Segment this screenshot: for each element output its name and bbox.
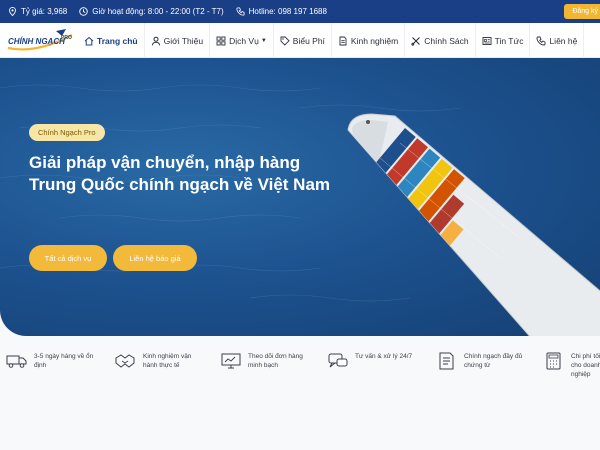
hotline-text[interactable]: Hotline: 098 197 1688 xyxy=(249,7,327,16)
location-icon xyxy=(9,7,16,16)
feature-text: 3-5 ngày hàng về ổn định xyxy=(34,353,94,369)
feature-item: Kinh nghiệm vận hành thực tế xyxy=(115,352,205,370)
feature-item: Chi phí tối ưu cho doanh nghiệp xyxy=(543,352,600,379)
grid-icon xyxy=(216,36,226,45)
hero-headline: Giải pháp vận chuyển, nhập hàng Trung Qu… xyxy=(29,153,331,194)
nav-item-label: Trang chủ xyxy=(97,35,138,46)
nav-item-pricing[interactable]: Biểu Phí xyxy=(274,23,332,58)
request-quote-button[interactable]: Liên hệ báo giá xyxy=(113,245,197,271)
features-strip: 3-5 ngày hàng về ổn định Kinh nghiệm vận… xyxy=(0,352,600,392)
nav-item-label: Giới Thiệu xyxy=(163,35,204,46)
hero-banner: Chính Ngạch Pro Giải pháp vận chuyển, nh… xyxy=(0,58,600,336)
nav-item-news[interactable]: Tin Tức xyxy=(476,23,531,58)
nav-item-label: Chính Sách xyxy=(424,35,469,46)
top-info-bar: Tỷ giá: 3,968 Giờ hoạt động: 8:00 - 22:0… xyxy=(0,0,600,23)
nav-item-label: Tin Tức xyxy=(494,35,524,46)
svg-text:CHÍNH NGẠCH: CHÍNH NGẠCH xyxy=(8,37,65,46)
chevron-down-icon: ▼ xyxy=(260,37,267,44)
exchange-rate-text: Tỷ giá: 3,968 xyxy=(21,7,68,16)
home-icon xyxy=(84,36,94,45)
feature-text: Chi phí tối ưu cho doanh nghiệp xyxy=(571,353,600,378)
phone-icon xyxy=(236,7,245,16)
user-icon xyxy=(151,36,160,45)
nav-item-services[interactable]: Dịch Vụ ▼ xyxy=(210,23,274,58)
nav-item-label: Dịch Vụ xyxy=(229,35,259,46)
main-navigation: CHÍNH NGẠCH PRO Trang chủ Giới Thiệu Dịc… xyxy=(0,23,600,58)
feature-text: Chính ngạch đầy đủ chứng từ xyxy=(464,353,523,369)
nav-item-policy[interactable]: Chính Sách xyxy=(405,23,476,58)
working-hours-text: Giờ hoạt động: 8:00 - 22:00 (T2 - T7) xyxy=(92,7,224,16)
handshake-icon xyxy=(115,354,135,368)
cargo-ship-image xyxy=(347,113,600,336)
hero-badge: Chính Ngạch Pro xyxy=(29,124,105,141)
feature-item: Chính ngạch đầy đủ chứng từ xyxy=(436,352,526,370)
monitor-icon xyxy=(221,353,241,369)
clock-icon xyxy=(79,7,88,16)
truck-icon xyxy=(6,355,27,368)
nav-item-home[interactable]: Trang chủ xyxy=(78,23,145,58)
exchange-rate: Tỷ giá: 3,968 xyxy=(8,7,67,16)
all-services-button[interactable]: Tất cả dịch vụ xyxy=(29,245,107,271)
invoice-icon xyxy=(439,352,454,370)
nav-item-experience[interactable]: Kinh nghiệm xyxy=(332,23,406,58)
news-icon xyxy=(482,36,492,45)
nav-item-label: Kinh nghiệm xyxy=(350,35,399,46)
svg-text:PRO: PRO xyxy=(61,35,72,41)
feature-text: Kinh nghiệm vận hành thực tế xyxy=(143,353,192,369)
tools-icon xyxy=(411,36,421,46)
feature-item: Tư vấn & xử lý 24/7 xyxy=(327,352,417,370)
nav-item-label: Liên hệ xyxy=(549,35,578,46)
nav-item-about[interactable]: Giới Thiệu xyxy=(145,23,211,58)
tag-icon xyxy=(280,36,290,46)
feature-text: Theo dõi đơn hàng minh bạch xyxy=(248,353,303,369)
phone-icon xyxy=(537,36,546,45)
nav-item-contact[interactable]: Liên hệ xyxy=(530,23,585,58)
nav-menu: Trang chủ Giới Thiệu Dịch Vụ ▼ Biểu Phí … xyxy=(78,23,585,58)
register-button[interactable]: Đăng ký xyxy=(564,4,600,19)
feature-text: Tư vấn & xử lý 24/7 xyxy=(355,353,413,360)
working-hours: Giờ hoạt động: 8:00 - 22:00 (T2 - T7) xyxy=(79,7,224,16)
calculator-icon xyxy=(546,352,561,370)
hotline[interactable]: Hotline: 098 197 1688 xyxy=(236,7,327,16)
document-icon xyxy=(339,36,347,45)
feature-item: 3-5 ngày hàng về ổn định xyxy=(6,352,96,370)
feature-item: Theo dõi đơn hàng minh bạch xyxy=(220,352,310,370)
nav-item-label: Biểu Phí xyxy=(292,35,325,46)
site-logo[interactable]: CHÍNH NGẠCH PRO xyxy=(6,27,76,55)
chat-icon xyxy=(328,353,348,368)
